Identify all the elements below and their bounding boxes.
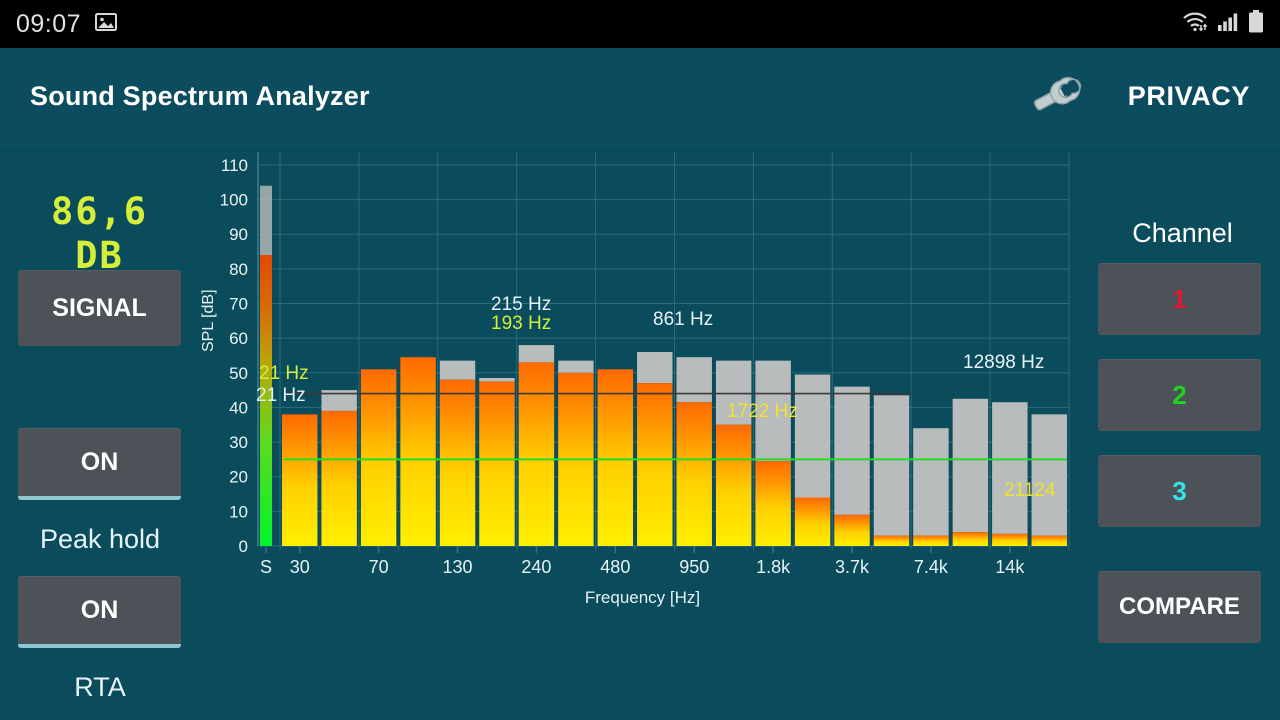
chart-annotation: 215 Hz <box>491 294 551 315</box>
spectrum-chart[interactable]: 0 10 20 30 40 50 60 70 80 90 100 110 S 30 70 130 240 480… <box>200 146 1085 720</box>
status-clock: 09:07 <box>16 9 82 38</box>
battery-icon <box>1248 9 1264 39</box>
channel-3-button[interactable]: 3 <box>1098 455 1261 527</box>
signal-button[interactable]: SIGNAL <box>18 270 181 346</box>
chart-annotation: 12898 Hz <box>963 352 1044 373</box>
app-bar-actions: PRIVACY <box>1030 71 1250 122</box>
svg-text:130: 130 <box>443 557 473 577</box>
svg-text:240: 240 <box>521 557 551 577</box>
x-axis-title: Frequency [Hz] <box>584 588 701 607</box>
svg-text:20: 20 <box>229 468 248 487</box>
cellular-signal-icon <box>1217 12 1239 37</box>
left-control-panel: 86,6 DB SIGNAL Peak hold ON RTA ON <box>0 146 200 720</box>
svg-text:80: 80 <box>229 260 248 279</box>
main-stage: 86,6 DB SIGNAL Peak hold ON RTA ON 0 10 … <box>0 146 1280 720</box>
svg-text:S: S <box>260 557 272 577</box>
svg-text:60: 60 <box>229 329 248 348</box>
svg-text:3.7k: 3.7k <box>835 557 870 577</box>
svg-text:50: 50 <box>229 364 248 383</box>
privacy-button[interactable]: PRIVACY <box>1128 81 1250 112</box>
svg-text:100: 100 <box>220 191 248 210</box>
svg-text:110: 110 <box>221 156 248 175</box>
chart-annotation: 21124 <box>1004 480 1056 501</box>
peak-hold-toggle[interactable]: ON <box>18 428 181 500</box>
svg-text:30: 30 <box>229 433 248 452</box>
svg-text:14k: 14k <box>995 557 1025 577</box>
channel-2-button[interactable]: 2 <box>1098 359 1261 431</box>
svg-text:7.4k: 7.4k <box>914 557 949 577</box>
svg-text:40: 40 <box>229 398 248 417</box>
svg-text:1.8k: 1.8k <box>756 557 791 577</box>
svg-text:70: 70 <box>229 295 248 314</box>
svg-text:70: 70 <box>369 557 389 577</box>
wrench-icon[interactable] <box>1030 71 1088 122</box>
svg-text:30: 30 <box>290 557 310 577</box>
spectrum-chart-canvas[interactable]: 0 10 20 30 40 50 60 70 80 90 100 110 S 30 70 130 240 480… <box>200 146 1085 586</box>
app-bar: Sound Spectrum Analyzer PRIVACY <box>0 48 1280 146</box>
svg-text:480: 480 <box>600 557 630 577</box>
status-bar-right <box>1182 9 1264 39</box>
wifi-icon <box>1182 11 1208 38</box>
status-bar-left: 09:07 <box>16 9 118 39</box>
chart-annotation: 21 Hz <box>259 363 309 384</box>
image-icon <box>95 12 118 37</box>
page-title: Sound Spectrum Analyzer <box>30 81 370 111</box>
svg-text:90: 90 <box>229 225 248 244</box>
svg-text:10: 10 <box>229 502 248 521</box>
status-bar: 09:07 <box>0 0 1280 48</box>
svg-text:0: 0 <box>239 537 248 556</box>
right-control-panel: Channel 1 2 3 COMPARE <box>1085 146 1280 720</box>
chart-annotation: 1722 Hz <box>727 401 798 422</box>
svg-text:950: 950 <box>679 557 709 577</box>
chart-annotation: 21 Hz <box>256 385 306 406</box>
x-axis-ticks: S 30 70 130 240 480 950 1.8k 3.7k 7.4k 14k <box>260 546 1070 577</box>
y-axis-ticks: 0 10 20 30 40 50 60 70 80 90 100 110 <box>220 156 248 556</box>
spl-readout: 86,6 DB <box>50 190 149 277</box>
peak-hold-label: Peak hold <box>39 524 161 554</box>
y-axis-title: SPL [dB] <box>200 289 217 352</box>
compare-button[interactable]: COMPARE <box>1098 571 1261 643</box>
channel-1-button[interactable]: 1 <box>1098 263 1261 335</box>
rta-label: RTA <box>74 672 126 702</box>
chart-annotation: 193 Hz <box>491 313 551 334</box>
channel-group-label: Channel <box>1132 218 1233 248</box>
chart-annotation: 861 Hz <box>653 309 713 330</box>
rta-toggle[interactable]: ON <box>18 576 181 648</box>
